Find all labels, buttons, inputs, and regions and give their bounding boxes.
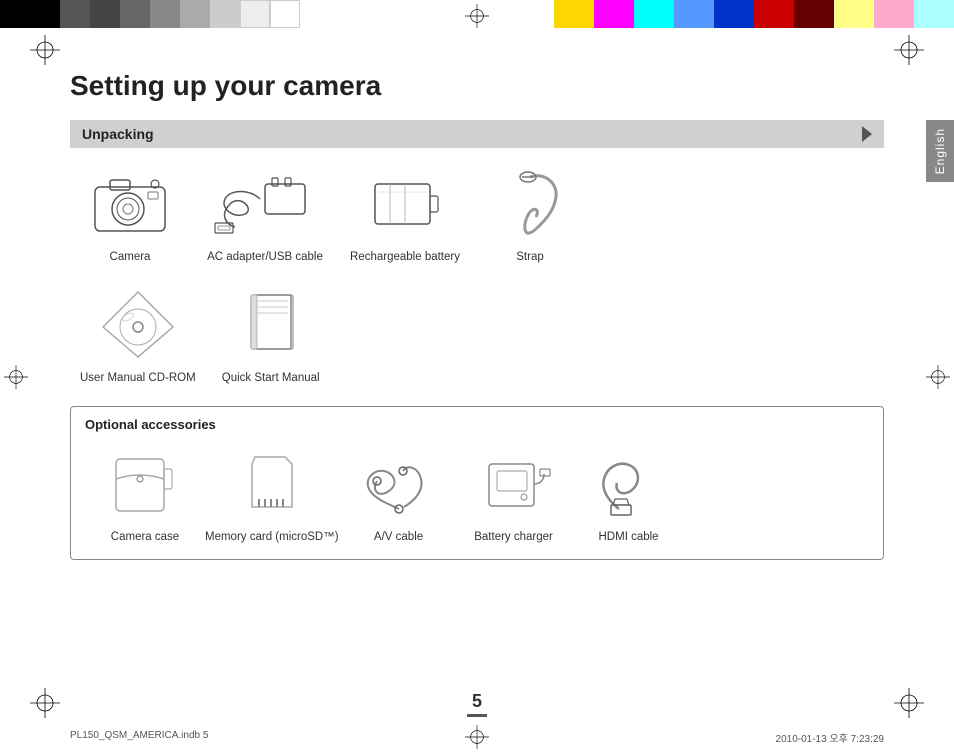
ac-adapter-label: AC adapter/USB cable bbox=[207, 250, 323, 265]
footer-right: 2010-01-13 오후 7:23:29 bbox=[776, 730, 884, 745]
item-camera-case: Camera case bbox=[95, 444, 195, 545]
reg-mark-br bbox=[894, 688, 924, 718]
page-number-underline bbox=[467, 714, 487, 717]
item-camera: Camera bbox=[80, 164, 180, 265]
cdrom-icon bbox=[93, 285, 183, 365]
reg-mark-lc bbox=[4, 365, 28, 389]
battery-label: Rechargeable battery bbox=[350, 250, 460, 265]
main-content: Setting up your camera Unpacking bbox=[70, 70, 884, 703]
battery-charger-label: Battery charger bbox=[474, 530, 553, 545]
language-label: English bbox=[933, 128, 947, 174]
item-strap: Strap bbox=[480, 164, 580, 265]
unpacking-items-row1: Camera AC adapter/USB cable bbox=[70, 164, 884, 265]
battery-charger-icon bbox=[469, 444, 559, 524]
language-tab: English bbox=[926, 120, 954, 182]
item-memory-card: Memory card (microSD™) bbox=[205, 444, 339, 545]
reg-mark-rc bbox=[926, 365, 950, 389]
hdmi-cable-label: HDMI cable bbox=[599, 530, 659, 545]
quickstart-icon bbox=[226, 285, 316, 365]
item-cdrom: User Manual CD-ROM bbox=[80, 285, 196, 386]
reg-mark-tr bbox=[894, 35, 924, 65]
strap-label: Strap bbox=[516, 250, 544, 265]
footer-left: PL150_QSM_AMERICA.indb 5 bbox=[70, 730, 208, 745]
memory-card-label: Memory card (microSD™) bbox=[205, 530, 339, 545]
page-number: 5 bbox=[472, 691, 482, 711]
ac-adapter-icon bbox=[205, 164, 325, 244]
reg-mark-tc bbox=[465, 4, 489, 28]
optional-items-row: Camera case Memory card (m bbox=[85, 444, 869, 545]
item-quickstart: Quick Start Manual bbox=[216, 285, 326, 386]
cdrom-label: User Manual CD-ROM bbox=[80, 371, 196, 386]
page-number-container: 5 bbox=[467, 691, 487, 717]
optional-accessories-box: Optional accessories Camera bbox=[70, 406, 884, 560]
reg-mark-bl bbox=[30, 688, 60, 718]
av-cable-icon bbox=[354, 444, 444, 524]
item-battery: Rechargeable battery bbox=[350, 164, 460, 265]
reg-mark-tl bbox=[30, 35, 60, 65]
unpacking-section-header: Unpacking bbox=[70, 120, 884, 148]
camera-icon bbox=[85, 164, 175, 244]
memory-card-icon bbox=[227, 444, 317, 524]
camera-label: Camera bbox=[110, 250, 151, 265]
strap-icon bbox=[485, 164, 575, 244]
av-cable-label: A/V cable bbox=[374, 530, 423, 545]
item-ac-adapter: AC adapter/USB cable bbox=[200, 164, 330, 265]
camera-case-icon bbox=[100, 444, 190, 524]
quickstart-label: Quick Start Manual bbox=[222, 371, 320, 386]
item-hdmi-cable: HDMI cable bbox=[579, 444, 679, 545]
unpacking-items-row2: User Manual CD-ROM Quick Start Manual bbox=[70, 285, 884, 386]
item-av-cable: A/V cable bbox=[349, 444, 449, 545]
hdmi-cable-icon bbox=[584, 444, 674, 524]
camera-case-label: Camera case bbox=[111, 530, 179, 545]
item-battery-charger: Battery charger bbox=[459, 444, 569, 545]
section-arrow bbox=[862, 126, 872, 142]
optional-title: Optional accessories bbox=[85, 417, 869, 432]
unpacking-title: Unpacking bbox=[82, 126, 154, 142]
battery-icon bbox=[360, 164, 450, 244]
footer: PL150_QSM_AMERICA.indb 5 2010-01-13 오후 7… bbox=[70, 730, 884, 745]
page-title: Setting up your camera bbox=[70, 70, 884, 102]
